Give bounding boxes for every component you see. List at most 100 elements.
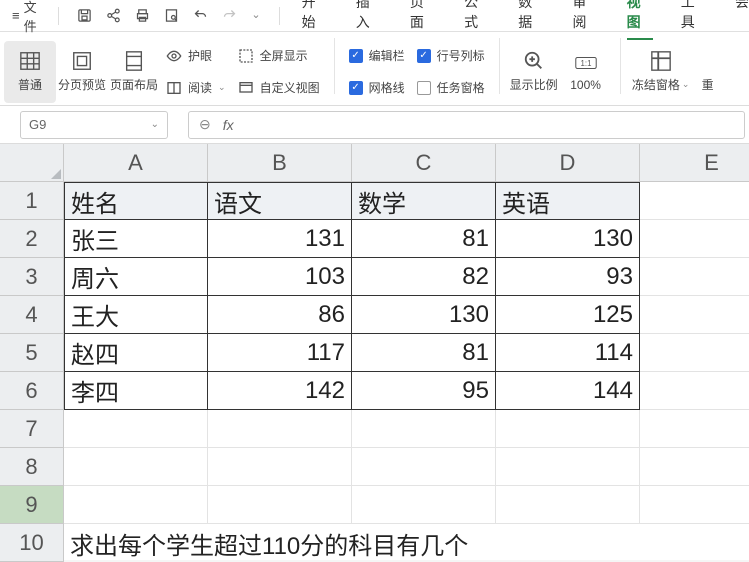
cell[interactable]: 144 bbox=[496, 372, 640, 410]
normal-view-button[interactable]: 普通 bbox=[4, 41, 56, 103]
cell[interactable] bbox=[352, 448, 496, 486]
cell[interactable] bbox=[640, 182, 749, 220]
cell[interactable] bbox=[640, 220, 749, 258]
cell[interactable] bbox=[64, 410, 208, 448]
column-header[interactable]: D bbox=[496, 144, 640, 182]
gridlines-checkbox[interactable]: ✓ 网格线 bbox=[349, 76, 405, 100]
zoom-100-button[interactable]: 1:1 100% bbox=[560, 41, 612, 103]
cell[interactable]: 95 bbox=[352, 372, 496, 410]
cell[interactable]: 王大 bbox=[64, 296, 208, 334]
cell[interactable]: 93 bbox=[496, 258, 640, 296]
cell[interactable]: 130 bbox=[352, 296, 496, 334]
row-header[interactable]: 1 bbox=[0, 182, 64, 220]
cell[interactable] bbox=[352, 486, 496, 524]
row-header[interactable]: 3 bbox=[0, 258, 64, 296]
cell[interactable] bbox=[496, 486, 640, 524]
cell[interactable] bbox=[640, 258, 749, 296]
fullscreen-button[interactable]: 全屏显示 bbox=[238, 44, 320, 68]
undo-icon[interactable] bbox=[193, 8, 208, 23]
fx-icon[interactable]: fx bbox=[223, 117, 234, 133]
cell[interactable] bbox=[496, 410, 640, 448]
cell[interactable]: 103 bbox=[208, 258, 352, 296]
row-header[interactable]: 9 bbox=[0, 486, 64, 524]
row-header[interactable]: 10 bbox=[0, 524, 64, 562]
share-icon[interactable] bbox=[106, 8, 121, 23]
eyecare-button[interactable]: 护眼 bbox=[166, 44, 226, 68]
cells-grid[interactable]: 姓名语文数学英语张三13181130周六1038293王大86130125赵四1… bbox=[64, 182, 749, 562]
cell[interactable] bbox=[496, 448, 640, 486]
formula-bar[interactable]: ⊖ fx bbox=[188, 111, 745, 139]
cell[interactable] bbox=[640, 334, 749, 372]
file-menu[interactable]: ≡ 文件 bbox=[6, 0, 54, 37]
pagebreak-view-button[interactable]: 分页预览 bbox=[56, 41, 108, 103]
cell[interactable]: 86 bbox=[208, 296, 352, 334]
tab-page[interactable]: 页面 bbox=[410, 0, 436, 40]
cell[interactable]: 81 bbox=[352, 334, 496, 372]
select-all-corner[interactable] bbox=[0, 144, 64, 182]
cell[interactable] bbox=[640, 486, 749, 524]
cell[interactable]: 142 bbox=[208, 372, 352, 410]
cell[interactable]: 英语 bbox=[496, 182, 640, 220]
print-preview-icon[interactable] bbox=[164, 8, 179, 23]
formula-bar-row: G9 ⌄ ⊖ fx bbox=[0, 106, 749, 144]
tab-data[interactable]: 数据 bbox=[518, 0, 544, 40]
cell[interactable]: 求出每个学生超过110分的科目有几个 bbox=[64, 524, 749, 562]
name-box[interactable]: G9 ⌄ bbox=[20, 111, 168, 139]
cell[interactable] bbox=[640, 372, 749, 410]
tab-tools[interactable]: 工具 bbox=[681, 0, 707, 40]
cell[interactable]: 82 bbox=[352, 258, 496, 296]
tab-more[interactable]: 会 bbox=[735, 0, 749, 40]
column-header[interactable]: C bbox=[352, 144, 496, 182]
row-header[interactable]: 8 bbox=[0, 448, 64, 486]
cell[interactable] bbox=[352, 410, 496, 448]
formula-bar-checkbox[interactable]: ✓ 编辑栏 bbox=[349, 44, 405, 68]
customview-button[interactable]: 自定义视图 bbox=[238, 76, 320, 100]
cell[interactable]: 姓名 bbox=[64, 182, 208, 220]
magnify-icon[interactable]: ⊖ bbox=[199, 116, 211, 133]
row-header[interactable]: 5 bbox=[0, 334, 64, 372]
cell[interactable]: 125 bbox=[496, 296, 640, 334]
column-header[interactable]: E bbox=[640, 144, 749, 182]
cell[interactable]: 语文 bbox=[208, 182, 352, 220]
cell[interactable]: 周六 bbox=[64, 258, 208, 296]
cell[interactable]: 赵四 bbox=[64, 334, 208, 372]
cell[interactable]: 114 bbox=[496, 334, 640, 372]
redo-icon[interactable] bbox=[222, 8, 237, 23]
freeze-panes-button[interactable]: 冻结窗格⌄ bbox=[629, 41, 693, 103]
cell[interactable] bbox=[640, 410, 749, 448]
more-icon[interactable]: ⌄ bbox=[251, 8, 260, 23]
cell[interactable]: 数学 bbox=[352, 182, 496, 220]
cell[interactable]: 张三 bbox=[64, 220, 208, 258]
cell[interactable]: 81 bbox=[352, 220, 496, 258]
cell[interactable] bbox=[640, 296, 749, 334]
tab-view[interactable]: 视图 bbox=[627, 0, 653, 40]
cell[interactable]: 117 bbox=[208, 334, 352, 372]
row-header[interactable]: 7 bbox=[0, 410, 64, 448]
save-icon[interactable] bbox=[77, 8, 92, 23]
print-icon[interactable] bbox=[135, 8, 150, 23]
row-header[interactable]: 4 bbox=[0, 296, 64, 334]
zoom-ratio-button[interactable]: 显示比例 bbox=[508, 41, 560, 103]
arrange-button[interactable]: 重 bbox=[693, 41, 723, 103]
tab-start[interactable]: 开始 bbox=[302, 0, 328, 40]
cell[interactable] bbox=[208, 448, 352, 486]
tab-review[interactable]: 审阅 bbox=[572, 0, 598, 40]
cell[interactable]: 131 bbox=[208, 220, 352, 258]
column-header[interactable]: A bbox=[64, 144, 208, 182]
taskpane-checkbox[interactable]: 任务窗格 bbox=[417, 76, 485, 100]
column-header[interactable]: B bbox=[208, 144, 352, 182]
cell[interactable]: 李四 bbox=[64, 372, 208, 410]
tab-formula[interactable]: 公式 bbox=[464, 0, 490, 40]
pagelayout-view-button[interactable]: 页面布局 bbox=[108, 41, 160, 103]
cell[interactable] bbox=[64, 486, 208, 524]
tab-insert[interactable]: 插入 bbox=[356, 0, 382, 40]
cell[interactable] bbox=[64, 448, 208, 486]
row-header[interactable]: 2 bbox=[0, 220, 64, 258]
headings-checkbox[interactable]: ✓ 行号列标 bbox=[417, 44, 485, 68]
cell[interactable] bbox=[208, 486, 352, 524]
cell[interactable] bbox=[208, 410, 352, 448]
row-header[interactable]: 6 bbox=[0, 372, 64, 410]
readmode-button[interactable]: 阅读 ⌄ bbox=[166, 76, 226, 100]
cell[interactable] bbox=[640, 448, 749, 486]
cell[interactable]: 130 bbox=[496, 220, 640, 258]
